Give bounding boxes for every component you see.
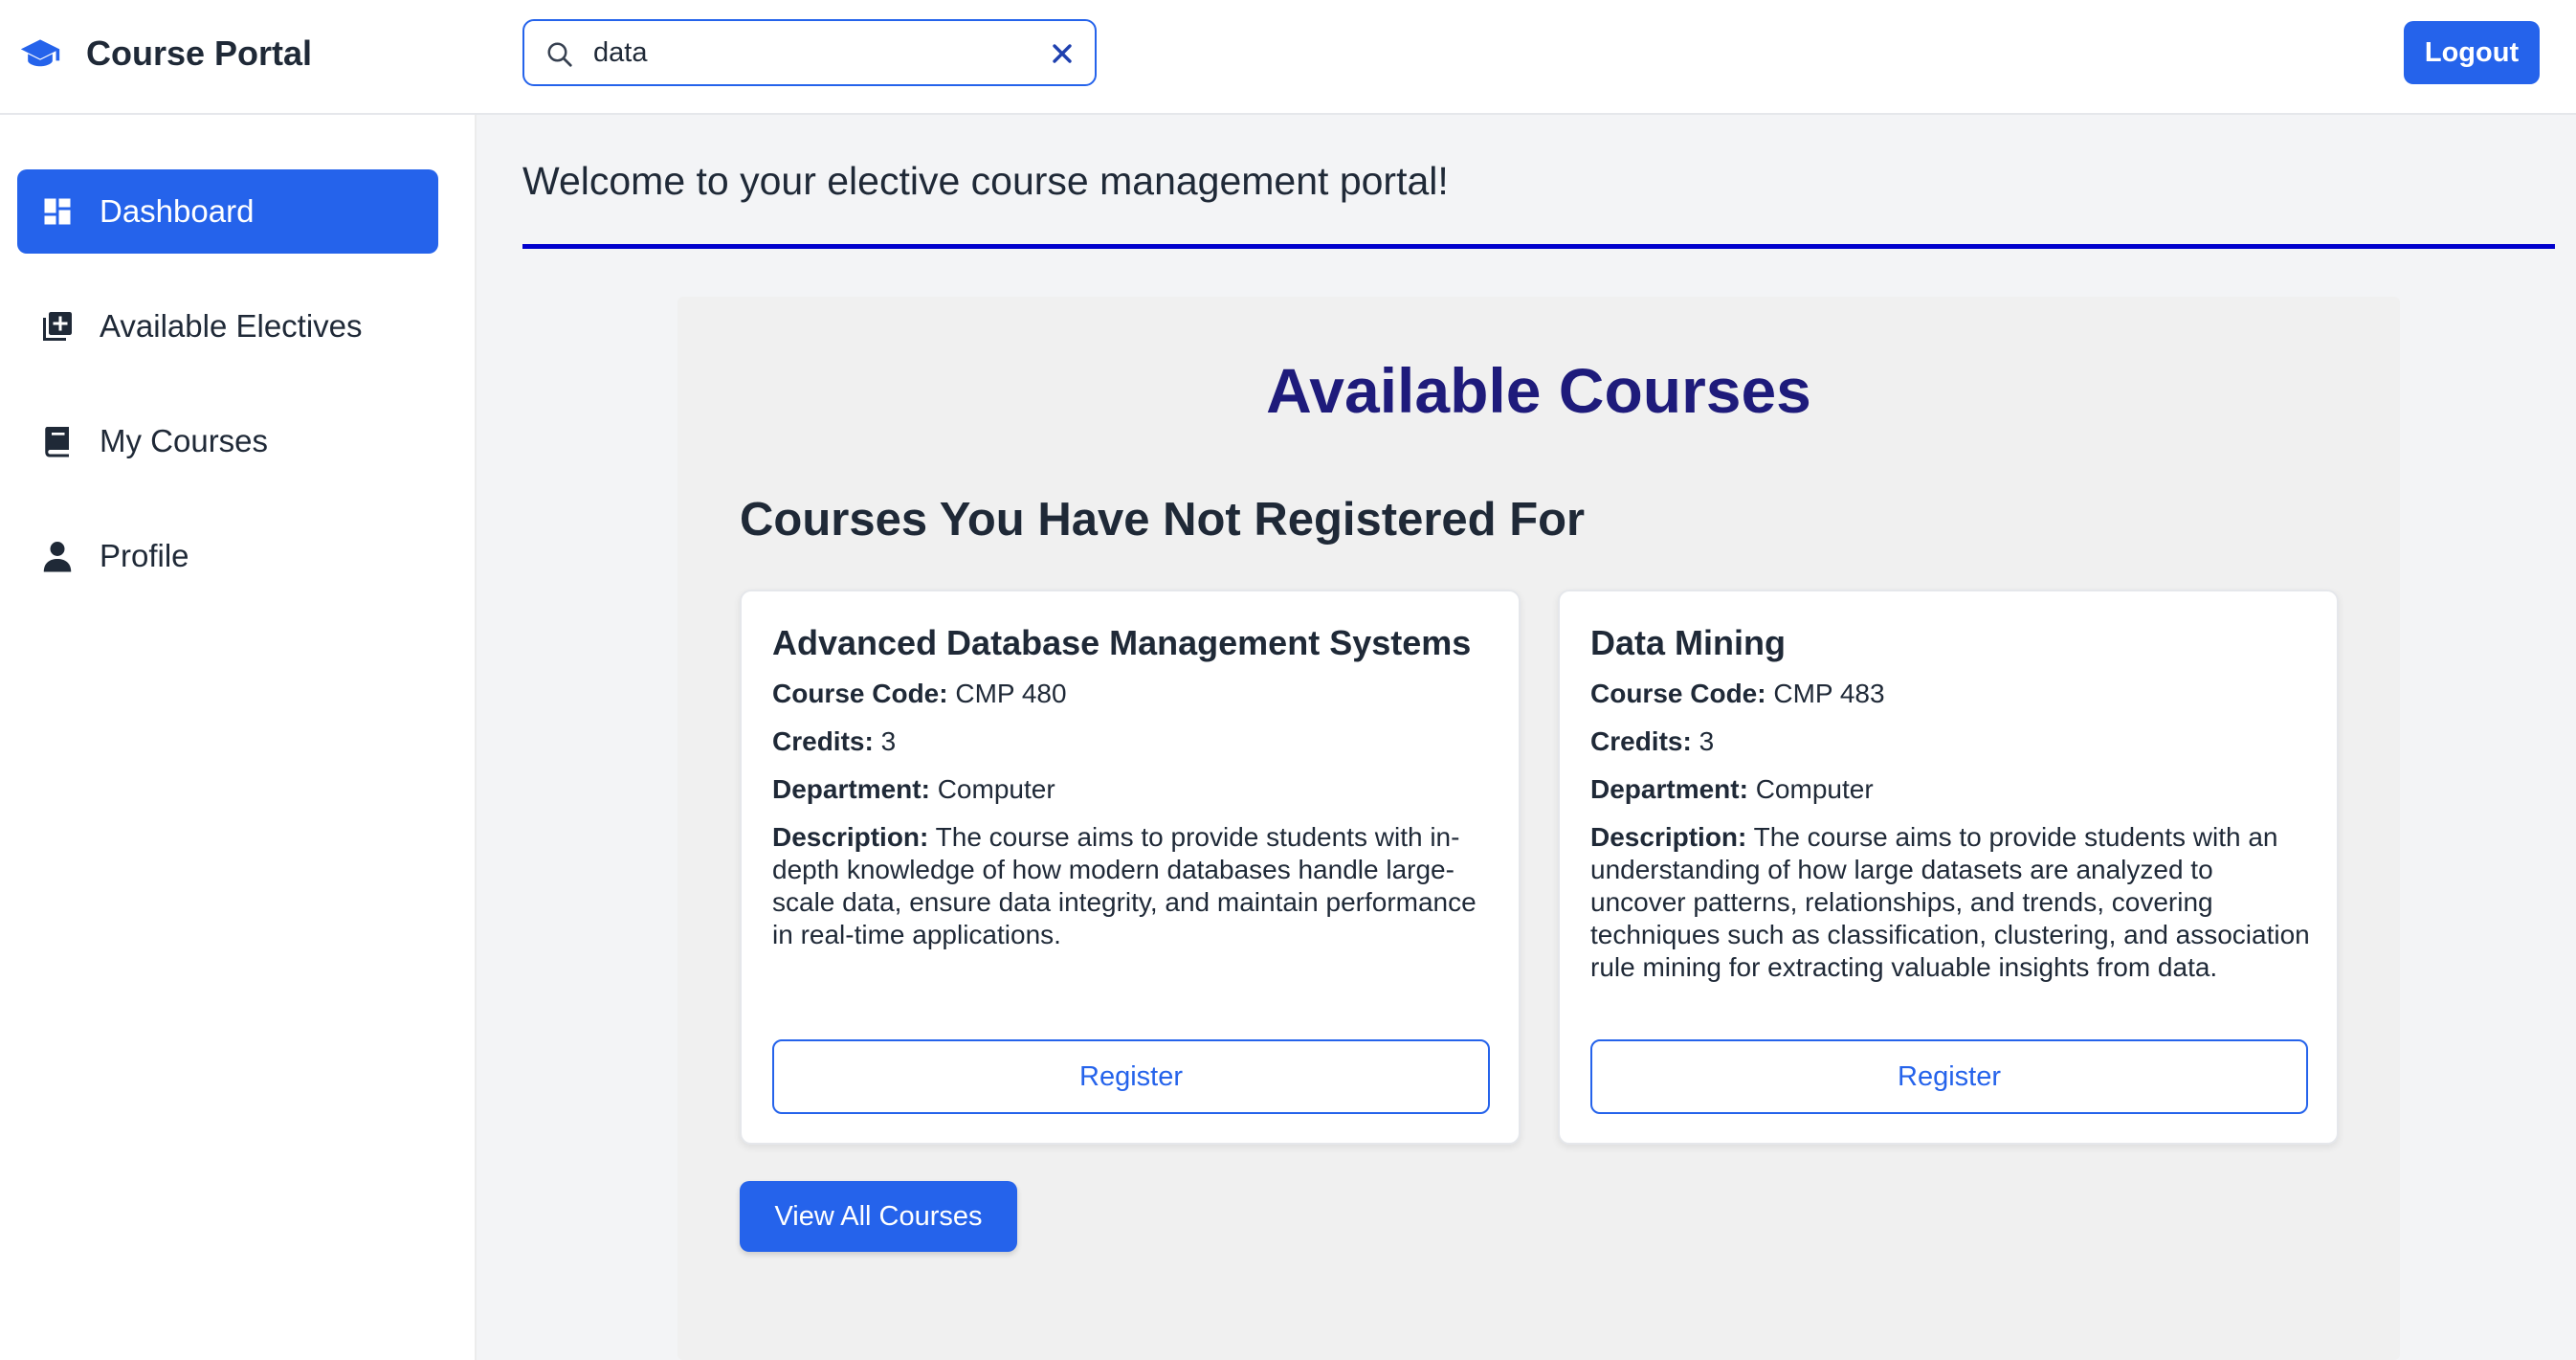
brand[interactable]: Course Portal <box>19 29 312 78</box>
field-label: Description: <box>772 822 929 852</box>
graduation-cap-icon <box>20 39 60 67</box>
field-label: Department: <box>1590 774 1748 804</box>
field-value: Computer <box>937 774 1055 804</box>
book-icon <box>45 427 69 457</box>
course-description: Description: The course aims to provide … <box>1590 821 2310 984</box>
sidebar-item-available-electives[interactable]: Available Electives <box>17 284 438 368</box>
close-icon[interactable] <box>1051 42 1074 65</box>
top-header: Course Portal Logout <box>0 0 2576 115</box>
sidebar: Dashboard Available Electives My Courses… <box>0 115 477 1360</box>
field-label: Course Code: <box>1590 679 1766 708</box>
search-box[interactable] <box>522 19 1097 86</box>
register-button[interactable]: Register <box>1590 1039 2308 1114</box>
divider <box>522 244 2555 249</box>
register-button[interactable]: Register <box>772 1039 1490 1114</box>
sidebar-item-dashboard[interactable]: Dashboard <box>17 169 438 254</box>
page-title: Available Courses <box>1266 355 1811 426</box>
course-description: Description: The course aims to provide … <box>772 821 1492 951</box>
logout-button[interactable]: Logout <box>2404 21 2540 84</box>
dashboard-icon <box>44 198 71 225</box>
field-value: CMP 483 <box>1773 679 1885 708</box>
search-icon <box>547 42 572 67</box>
course-card: Data Mining Course Code: CMP 483 Credits… <box>1558 590 2339 1145</box>
sidebar-item-label: Dashboard <box>100 193 255 229</box>
field-label: Credits: <box>772 726 874 756</box>
field-label: Department: <box>772 774 930 804</box>
brand-name: Course Portal <box>86 33 313 73</box>
course-department: Department: Computer <box>1590 773 2310 806</box>
field-label: Course Code: <box>772 679 948 708</box>
course-department: Department: Computer <box>772 773 1492 806</box>
course-card: Advanced Database Management Systems Cou… <box>740 590 1521 1145</box>
course-code: Course Code: CMP 480 <box>772 678 1492 710</box>
available-courses-panel: Available Courses Courses You Have Not R… <box>677 297 2400 1360</box>
search-input[interactable] <box>593 33 1005 73</box>
course-title: Data Mining <box>1590 623 1786 662</box>
course-title: Advanced Database Management Systems <box>772 623 1472 662</box>
welcome-message: Welcome to your elective course manageme… <box>522 159 1449 203</box>
sidebar-item-label: Available Electives <box>100 308 363 344</box>
section-title: Courses You Have Not Registered For <box>740 494 1586 546</box>
view-all-courses-button[interactable]: View All Courses <box>740 1181 1017 1252</box>
add-book-icon <box>43 312 72 341</box>
sidebar-item-label: My Courses <box>100 423 269 458</box>
course-code: Course Code: CMP 483 <box>1590 678 2310 710</box>
course-credits: Credits: 3 <box>772 725 1492 758</box>
sidebar-item-profile[interactable]: Profile <box>17 514 438 598</box>
field-value: Computer <box>1755 774 1874 804</box>
course-credits: Credits: 3 <box>1590 725 2310 758</box>
sidebar-item-label: Profile <box>100 538 189 573</box>
field-label: Description: <box>1590 822 1747 852</box>
field-value: CMP 480 <box>955 679 1067 708</box>
field-value: 3 <box>880 726 897 756</box>
sidebar-item-my-courses[interactable]: My Courses <box>17 399 438 483</box>
field-value: 3 <box>1699 726 1715 756</box>
user-icon <box>43 542 72 572</box>
field-label: Credits: <box>1590 726 1692 756</box>
